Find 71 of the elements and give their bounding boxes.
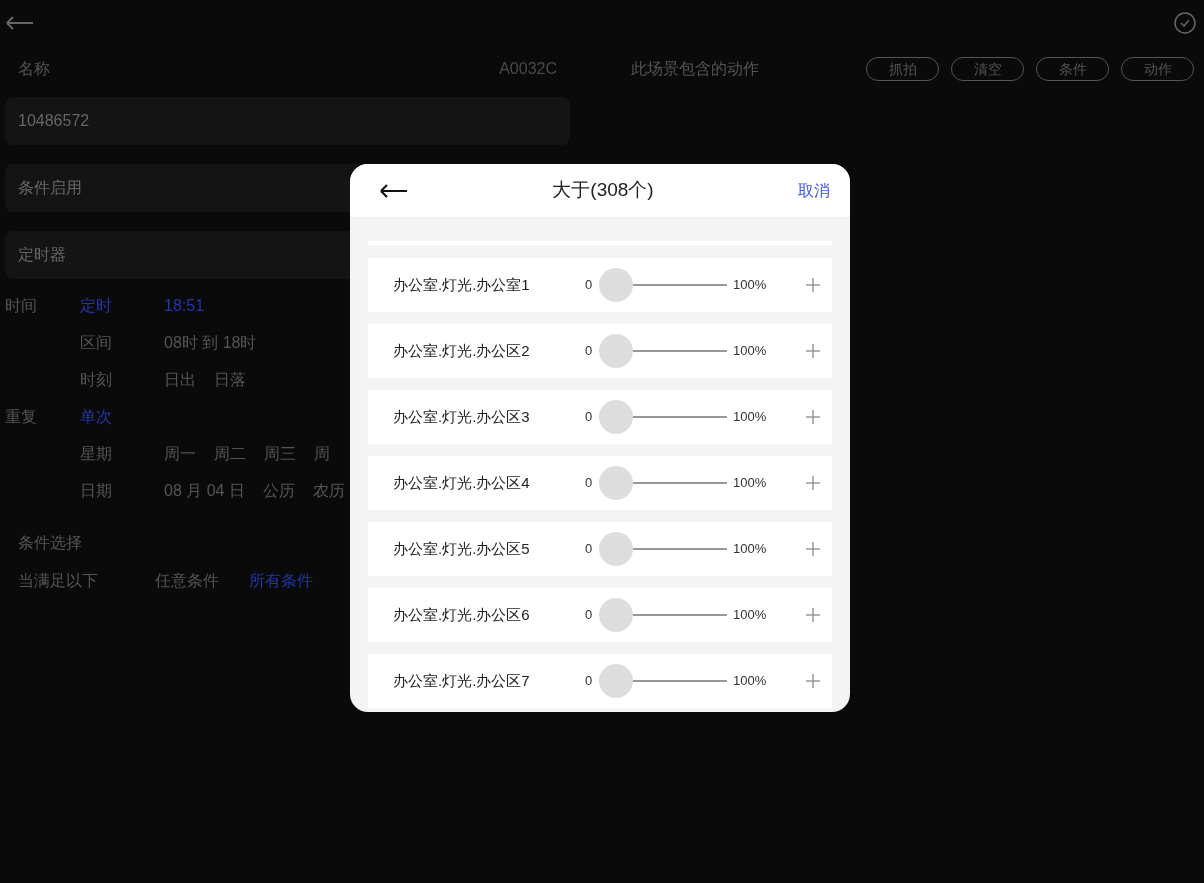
slider-track[interactable] xyxy=(599,598,727,632)
max-label: 100% xyxy=(733,606,767,625)
value-option[interactable]: 周一 xyxy=(164,441,196,466)
max-label: 100% xyxy=(733,342,767,361)
plus-icon[interactable] xyxy=(806,542,820,556)
slider-track[interactable] xyxy=(599,466,727,500)
mode-option[interactable]: 星期 xyxy=(80,444,112,462)
plus-icon[interactable] xyxy=(806,410,820,424)
mode-option[interactable]: 日期 xyxy=(80,481,112,499)
slider-thumb[interactable] xyxy=(599,268,633,302)
value-option[interactable]: 周三 xyxy=(264,441,296,466)
device-name: 办公室.灯光.办公区2 xyxy=(393,340,531,361)
condition-option[interactable]: 所有条件 xyxy=(249,569,313,593)
slider-thumb[interactable] xyxy=(599,598,633,632)
value-option[interactable]: 公历 xyxy=(262,478,295,503)
device-name: 办公室.灯光.办公区6 xyxy=(393,604,531,625)
min-label: 0 xyxy=(585,342,594,361)
min-label: 0 xyxy=(585,408,594,427)
device-name: 办公室.灯光.办公区3 xyxy=(393,406,531,427)
mode-option[interactable]: 时刻 xyxy=(80,370,112,388)
value-option[interactable]: 08 月 04 日 xyxy=(164,478,245,503)
value-option[interactable]: 周二 xyxy=(214,441,246,466)
device-name: 办公室.灯光.办公区7 xyxy=(393,670,531,691)
plus-icon[interactable] xyxy=(806,608,820,622)
name-label: 名称 xyxy=(18,59,50,79)
device-name: 办公室.灯光.办公区4 xyxy=(393,472,531,493)
slider-track[interactable] xyxy=(599,664,727,698)
slider-track[interactable] xyxy=(599,400,727,434)
row-label: 重复 xyxy=(5,407,37,425)
max-label: 100% xyxy=(733,540,767,559)
value-option[interactable]: 08时 到 18时 xyxy=(164,330,257,355)
max-label: 100% xyxy=(733,276,767,295)
code-text: A0032C xyxy=(499,59,557,79)
value-option[interactable]: 日落 xyxy=(214,367,246,392)
mode-option[interactable]: 定时 xyxy=(80,296,112,314)
slider-thumb[interactable] xyxy=(599,334,633,368)
actions-title: 此场景包含的动作 xyxy=(631,59,759,79)
min-label: 0 xyxy=(585,540,594,559)
min-label: 0 xyxy=(585,606,594,625)
min-label: 0 xyxy=(585,672,594,691)
slider-thumb[interactable] xyxy=(599,664,633,698)
plus-icon[interactable] xyxy=(806,674,820,688)
row-label: 时间 xyxy=(5,296,37,314)
condition-title: 条件选择 xyxy=(18,533,82,553)
cancel-button[interactable]: 取消 xyxy=(798,178,830,203)
max-label: 100% xyxy=(733,408,767,427)
device-name: 办公室.灯光.办公区5 xyxy=(393,538,531,559)
plus-icon[interactable] xyxy=(806,344,820,358)
value-option[interactable]: 日出 xyxy=(164,367,196,392)
plus-icon[interactable] xyxy=(806,278,820,292)
mode-option[interactable]: 单次 xyxy=(80,407,112,425)
slider-track[interactable] xyxy=(599,532,727,566)
max-label: 100% xyxy=(733,474,767,493)
slider-thumb[interactable] xyxy=(599,466,633,500)
check-circle-icon[interactable] xyxy=(1174,12,1196,34)
slider-thumb[interactable] xyxy=(599,400,633,434)
value-option[interactable]: 18:51 xyxy=(164,293,205,318)
condition-option[interactable]: 任意条件 xyxy=(155,569,219,593)
slider-thumb[interactable] xyxy=(599,532,633,566)
back-arrow-icon[interactable] xyxy=(380,183,408,198)
slider-track[interactable] xyxy=(599,268,727,302)
value-option[interactable]: 周 xyxy=(314,441,330,466)
mode-option[interactable]: 区间 xyxy=(80,333,112,351)
slider-track[interactable] xyxy=(599,334,727,368)
min-label: 0 xyxy=(585,474,594,493)
min-label: 0 xyxy=(585,276,594,295)
condition-label: 当满足以下 xyxy=(18,571,99,591)
max-label: 100% xyxy=(733,672,767,691)
plus-icon[interactable] xyxy=(806,476,820,490)
name-field[interactable]: 10486572 xyxy=(5,97,570,145)
value-option[interactable]: 农历 xyxy=(312,478,345,503)
